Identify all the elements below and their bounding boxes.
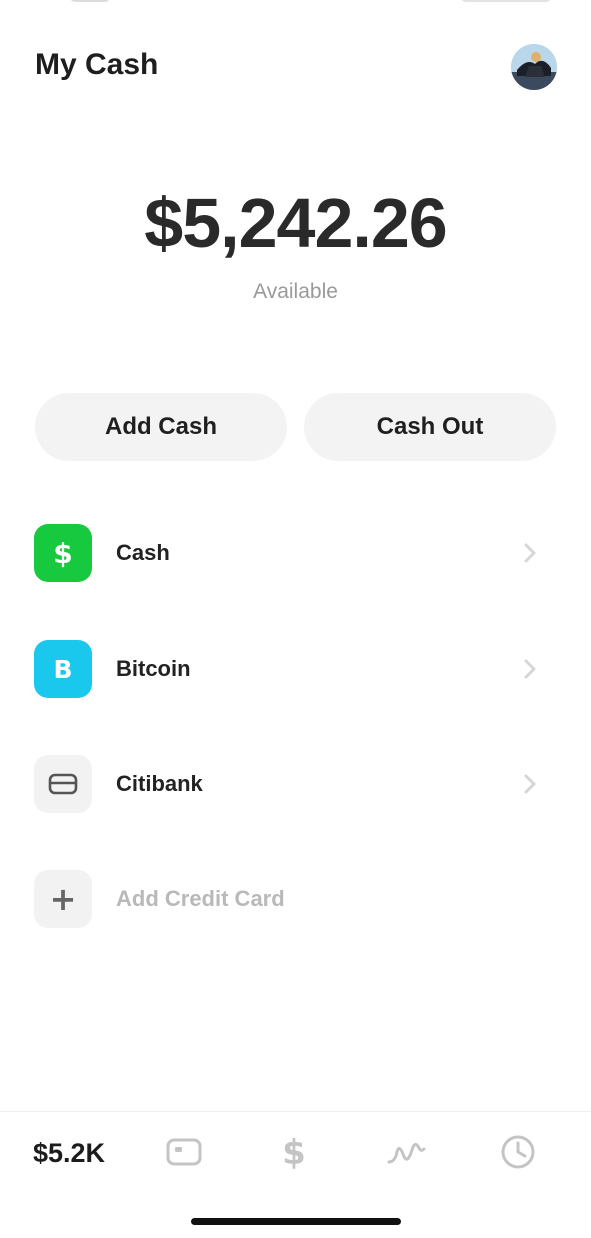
card-icon[interactable] (164, 1132, 204, 1172)
account-row-bitcoin[interactable]: B Bitcoin (0, 640, 591, 700)
card-outline-icon (48, 773, 78, 795)
tab-balance[interactable]: $5.2K (33, 1138, 105, 1169)
avatar-image (511, 44, 557, 90)
investing-icon[interactable] (386, 1132, 426, 1172)
dollar-icon: $ (34, 524, 92, 582)
chevron-right-icon (524, 774, 536, 794)
account-label-citibank: Citibank (116, 771, 203, 796)
activity-clock-icon[interactable] (498, 1132, 538, 1172)
page-title: My Cash (35, 48, 159, 81)
cash-out-button[interactable]: Cash Out (304, 393, 556, 461)
add-credit-card-label: Add Credit Card (116, 886, 285, 911)
chevron-right-icon (524, 659, 536, 679)
bitcoin-icon: B (34, 640, 92, 698)
status-bar (0, 0, 591, 8)
balance-amount: $5,242.26 (144, 184, 447, 262)
account-row-citibank[interactable]: Citibank (0, 755, 591, 815)
status-time (70, 0, 110, 2)
account-row-cash[interactable]: $ Cash (0, 524, 591, 584)
svg-text:$: $ (282, 1133, 306, 1172)
bank-card-icon (34, 755, 92, 813)
add-cash-button[interactable]: Add Cash (35, 393, 287, 461)
home-indicator (191, 1218, 401, 1225)
add-credit-card-row[interactable]: + Add Credit Card (0, 870, 591, 930)
account-label-cash: Cash (116, 540, 170, 565)
dollar-icon[interactable]: $ (274, 1132, 314, 1172)
status-icons (461, 0, 551, 2)
account-label-bitcoin: Bitcoin (116, 656, 191, 681)
chevron-right-icon (524, 543, 536, 563)
profile-avatar[interactable] (511, 44, 557, 90)
balance-label: Available (253, 280, 338, 303)
plus-icon: + (34, 870, 92, 928)
